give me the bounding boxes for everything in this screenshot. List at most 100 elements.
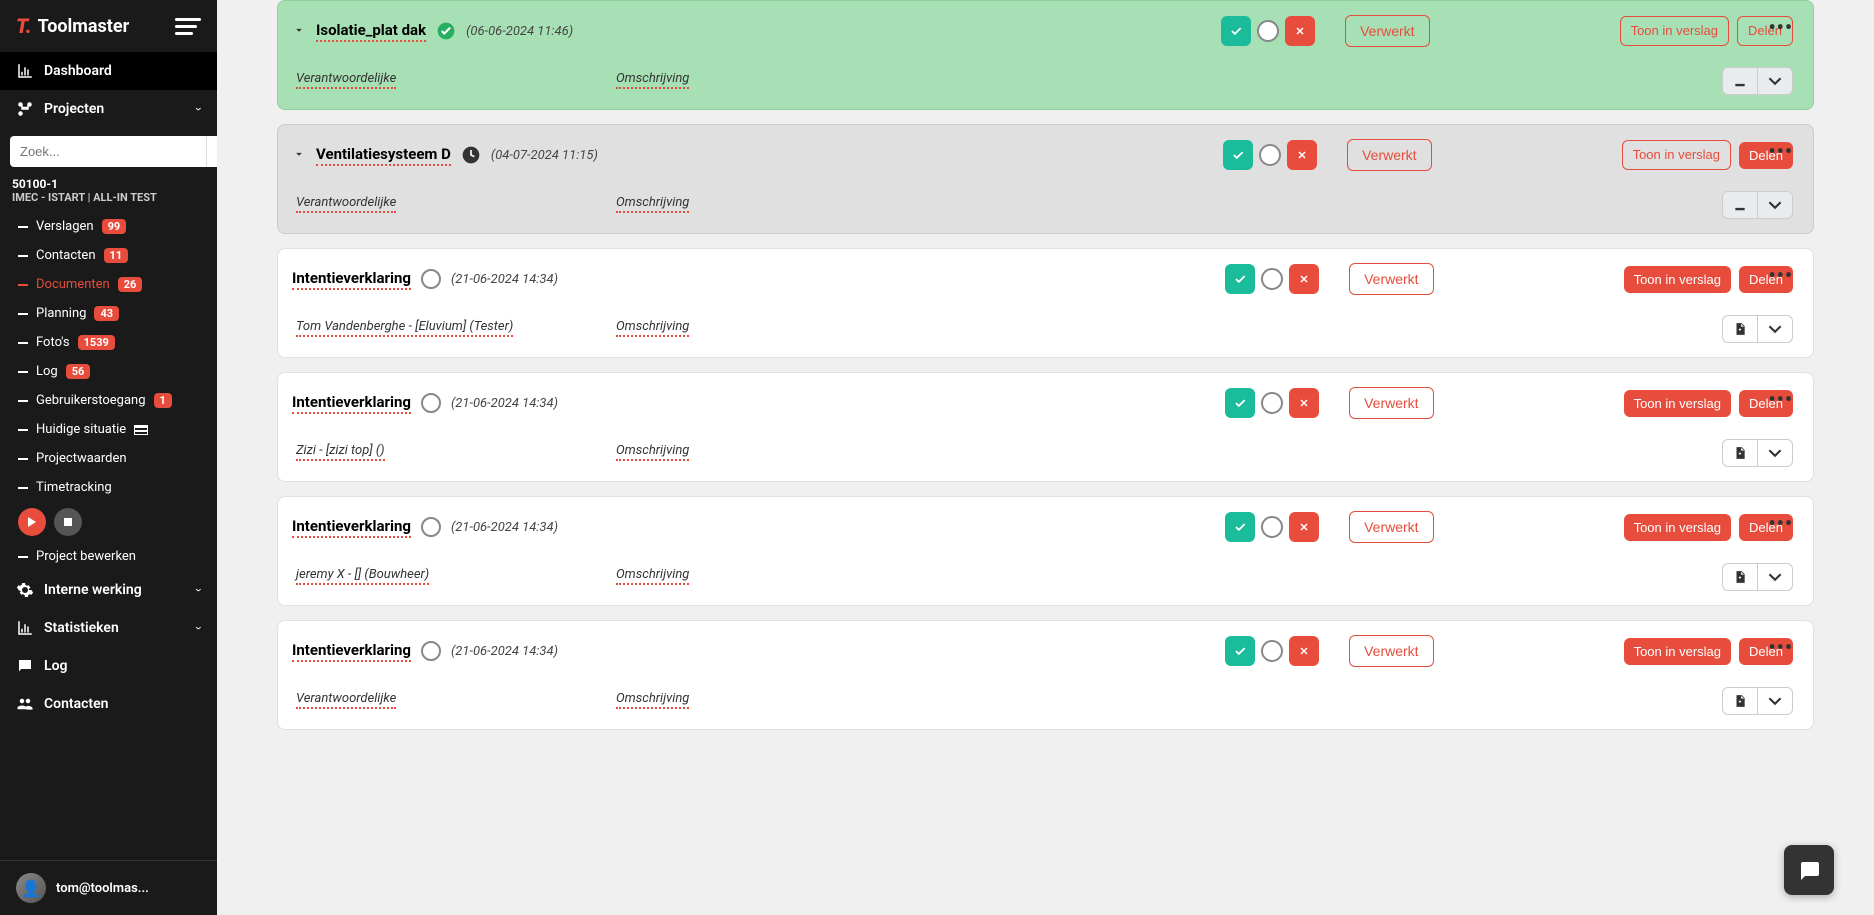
subnav-contacten-label: Contacten — [36, 248, 96, 263]
verantwoordelijke-field[interactable]: Tom Vandenberghe - [Eluvium] (Tester) — [296, 319, 513, 337]
nav-interne[interactable]: Interne werking› — [0, 571, 217, 609]
reject-button[interactable] — [1289, 636, 1319, 666]
verantwoordelijke-field[interactable]: Verantwoordelijke — [296, 195, 396, 213]
project-name: IMEC - ISTART | ALL-IN TEST — [0, 191, 217, 212]
toon-in-verslag-button[interactable]: Toon in verslag — [1624, 514, 1731, 541]
approve-button[interactable] — [1221, 16, 1251, 46]
verwerkt-button[interactable]: Verwerkt — [1349, 511, 1433, 543]
subnav-timetracking[interactable]: Timetracking — [0, 473, 217, 502]
timestamp: (21-06-2024 14:34) — [451, 644, 558, 659]
verwerkt-button[interactable]: Verwerkt — [1349, 387, 1433, 419]
status-empty-icon — [421, 517, 441, 537]
approve-button[interactable] — [1225, 264, 1255, 294]
subnav-bewerken[interactable]: Project bewerken — [0, 542, 217, 571]
download-button[interactable] — [1722, 191, 1758, 219]
download-dropdown-button[interactable] — [1758, 563, 1793, 591]
approve-button[interactable] — [1223, 140, 1253, 170]
verwerkt-button[interactable]: Verwerkt — [1349, 635, 1433, 667]
document-title[interactable]: Intentieverklaring — [292, 393, 411, 414]
subnav-huidige[interactable]: Huidige situatie — [0, 415, 217, 444]
nav-statistieken[interactable]: Statistieken› — [0, 609, 217, 647]
subnav-projectwaarden[interactable]: Projectwaarden — [0, 444, 217, 473]
subnav-gebruikerstoegang[interactable]: Gebruikerstoegang1 — [0, 386, 217, 415]
approve-button[interactable] — [1225, 636, 1255, 666]
verwerkt-button[interactable]: Verwerkt — [1347, 139, 1431, 171]
more-icon[interactable]: ••• — [1768, 15, 1793, 39]
timestamp: (21-06-2024 14:34) — [451, 520, 558, 535]
document-title[interactable]: Intentieverklaring — [292, 641, 411, 662]
user-footer[interactable]: 👤 tom@toolmas... — [0, 860, 217, 915]
expand-icon[interactable] — [292, 22, 306, 41]
verwerkt-button[interactable]: Verwerkt — [1345, 15, 1429, 47]
subnav-verslagen[interactable]: Verslagen99 — [0, 212, 217, 241]
reject-button[interactable] — [1289, 264, 1319, 294]
more-icon[interactable]: ••• — [1768, 263, 1793, 287]
more-icon[interactable]: ••• — [1768, 387, 1793, 411]
toon-in-verslag-button[interactable]: Toon in verslag — [1620, 16, 1729, 46]
download-dropdown-button[interactable] — [1758, 687, 1793, 715]
timestamp: (06-06-2024 11:46) — [466, 24, 573, 39]
verantwoordelijke-field[interactable]: Verantwoordelijke — [296, 691, 396, 709]
menu-toggle-icon[interactable] — [175, 18, 201, 35]
omschrijving-field[interactable]: Omschrijving — [616, 71, 689, 89]
neutral-button[interactable] — [1261, 392, 1283, 414]
omschrijving-field[interactable]: Omschrijving — [616, 195, 689, 213]
expand-icon[interactable] — [292, 146, 306, 165]
download-button[interactable] — [1722, 563, 1758, 591]
subnav-contacten[interactable]: Contacten11 — [0, 241, 217, 270]
subnav-fotos[interactable]: Foto's1539 — [0, 328, 217, 357]
verwerkt-button[interactable]: Verwerkt — [1349, 263, 1433, 295]
toon-in-verslag-button[interactable]: Toon in verslag — [1624, 266, 1731, 293]
nav-dashboard[interactable]: Dashboard — [0, 52, 217, 90]
approve-button[interactable] — [1225, 512, 1255, 542]
approve-button[interactable] — [1225, 388, 1255, 418]
reject-button[interactable] — [1287, 140, 1317, 170]
verantwoordelijke-field[interactable]: Verantwoordelijke — [296, 71, 396, 89]
omschrijving-field[interactable]: Omschrijving — [616, 443, 689, 461]
document-title[interactable]: Intentieverklaring — [292, 269, 411, 290]
subnav-log[interactable]: Log56 — [0, 357, 217, 386]
more-icon[interactable]: ••• — [1768, 511, 1793, 535]
download-button[interactable] — [1722, 67, 1758, 95]
omschrijving-field[interactable]: Omschrijving — [616, 691, 689, 709]
toon-in-verslag-button[interactable]: Toon in verslag — [1624, 638, 1731, 665]
nav-projecten[interactable]: Projecten › — [0, 90, 217, 128]
download-dropdown-button[interactable] — [1758, 439, 1793, 467]
subnav-planning[interactable]: Planning43 — [0, 299, 217, 328]
timetracking-play-button[interactable] — [18, 508, 46, 536]
nav-contacten[interactable]: Contacten — [0, 685, 217, 723]
toon-in-verslag-button[interactable]: Toon in verslag — [1622, 140, 1731, 170]
stop-icon — [63, 517, 73, 527]
document-title[interactable]: Isolatie_plat dak — [316, 21, 426, 42]
omschrijving-field[interactable]: Omschrijving — [616, 319, 689, 337]
neutral-button[interactable] — [1257, 20, 1279, 42]
reject-button[interactable] — [1285, 16, 1315, 46]
download-dropdown-button[interactable] — [1758, 67, 1793, 95]
download-dropdown-button[interactable] — [1758, 315, 1793, 343]
more-icon[interactable]: ••• — [1768, 635, 1793, 659]
search-button[interactable] — [206, 136, 217, 167]
download-button[interactable] — [1722, 315, 1758, 343]
download-button[interactable] — [1722, 687, 1758, 715]
neutral-button[interactable] — [1259, 144, 1281, 166]
toon-in-verslag-button[interactable]: Toon in verslag — [1624, 390, 1731, 417]
download-dropdown-button[interactable] — [1758, 191, 1793, 219]
neutral-button[interactable] — [1261, 268, 1283, 290]
download-button[interactable] — [1722, 439, 1758, 467]
reject-button[interactable] — [1289, 388, 1319, 418]
more-icon[interactable]: ••• — [1768, 139, 1793, 163]
search-input[interactable] — [10, 136, 206, 167]
people-icon — [16, 695, 34, 713]
neutral-button[interactable] — [1261, 640, 1283, 662]
verantwoordelijke-field[interactable]: Zizi - [zizi top] () — [296, 443, 385, 461]
omschrijving-field[interactable]: Omschrijving — [616, 567, 689, 585]
neutral-button[interactable] — [1261, 516, 1283, 538]
document-title[interactable]: Intentieverklaring — [292, 517, 411, 538]
document-title[interactable]: Ventilatiesysteem D — [316, 145, 451, 166]
subnav-documenten[interactable]: Documenten26 — [0, 270, 217, 299]
nav-log[interactable]: Log — [0, 647, 217, 685]
reject-button[interactable] — [1289, 512, 1319, 542]
verantwoordelijke-field[interactable]: jeremy X - [] (Bouwheer) — [296, 567, 429, 585]
chat-widget-button[interactable] — [1784, 845, 1834, 895]
timetracking-stop-button[interactable] — [54, 508, 82, 536]
